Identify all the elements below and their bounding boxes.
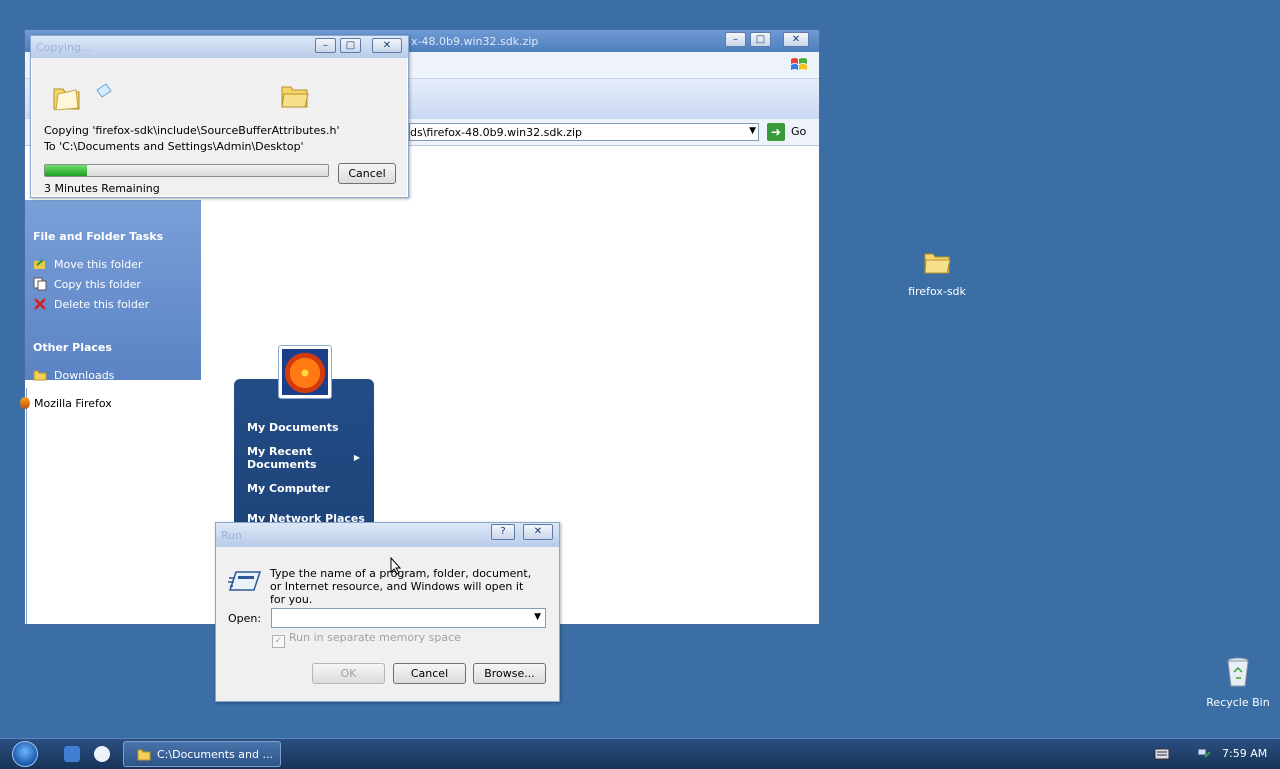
copy-cancel-button[interactable]: Cancel xyxy=(338,163,396,184)
mouse-cursor-icon xyxy=(390,557,402,575)
move-folder-icon xyxy=(34,259,45,269)
run-open-label: Open: xyxy=(228,612,262,625)
downloads-link[interactable]: Downloads xyxy=(33,368,114,382)
submenu-arrow-icon: ▶ xyxy=(353,453,360,462)
run-ok-button[interactable]: OK xyxy=(312,663,385,684)
copying-dialog: Copying... – □ ✕ Copying 'firefox-sdk\in… xyxy=(30,35,409,198)
desktop-icon-label: firefox-sdk xyxy=(908,285,966,298)
run-open-combobox[interactable]: ▼ xyxy=(271,608,546,628)
quicklaunch-media-player-icon[interactable] xyxy=(94,746,110,762)
other-places-heading: Other Places xyxy=(33,341,112,354)
start-menu-my-computer[interactable]: My Computer xyxy=(247,482,330,495)
copying-destination-text: To 'C:\Documents and Settings\Admin\Desk… xyxy=(44,140,304,153)
time-remaining-text: 3 Minutes Remaining xyxy=(44,182,160,195)
user-picture-avatar[interactable] xyxy=(278,345,332,399)
copying-titlebar[interactable]: Copying... – □ ✕ xyxy=(31,36,408,58)
copying-close-button[interactable]: ✕ xyxy=(372,38,402,53)
start-menu-my-documents[interactable]: My Documents xyxy=(247,421,339,434)
address-input[interactable]: ds\firefox-48.0b9.win32.sdk.zip ▼ xyxy=(409,123,759,141)
run-icon xyxy=(228,571,262,591)
move-folder-link[interactable]: Move this folder xyxy=(33,257,143,271)
folder-icon xyxy=(33,370,47,381)
windows-logo-icon xyxy=(791,58,807,70)
address-dropdown-icon[interactable]: ▼ xyxy=(749,126,756,136)
run-dropdown-icon[interactable]: ▼ xyxy=(534,612,541,622)
copying-body: Copying 'firefox-sdk\include\SourceBuffe… xyxy=(32,58,407,196)
run-separate-memory-checkbox: ✓ Run in separate memory space xyxy=(272,631,461,648)
network-icon[interactable] xyxy=(1196,746,1212,762)
firefox-icon xyxy=(20,397,30,409)
start-button[interactable] xyxy=(12,741,38,767)
close-button[interactable]: ✕ xyxy=(783,32,809,47)
recycle-bin-icon xyxy=(1227,657,1249,687)
copying-source-text: Copying 'firefox-sdk\include\SourceBuffe… xyxy=(44,124,340,137)
maximize-button[interactable]: □ xyxy=(750,32,771,47)
run-description: Type the name of a program, folder, docu… xyxy=(270,567,532,606)
delete-icon xyxy=(34,298,46,310)
run-help-button[interactable]: ? xyxy=(491,524,515,540)
copying-maximize-button[interactable]: □ xyxy=(340,38,361,53)
desktop-icon-label: Recycle Bin xyxy=(1206,696,1270,709)
copy-progress-fill xyxy=(45,165,88,176)
run-checkbox-label: Run in separate memory space xyxy=(289,631,461,644)
keyboard-icon[interactable] xyxy=(1154,748,1170,760)
flying-paper-icon xyxy=(96,83,112,98)
copy-progress-bar xyxy=(44,164,329,177)
explorer-title: x-48.0b9.win32.sdk.zip xyxy=(411,35,539,48)
checkbox-check-icon: ✓ xyxy=(272,635,285,648)
start-menu-programs xyxy=(26,388,235,624)
firefox-label: Mozilla Firefox xyxy=(34,397,112,410)
run-title: Run xyxy=(221,529,243,542)
run-titlebar[interactable]: Run ? ✕ xyxy=(216,523,559,547)
folder-icon xyxy=(137,749,151,761)
move-folder-label: Move this folder xyxy=(54,258,143,271)
taskbar-button-label: C:\Documents and ... xyxy=(157,748,273,761)
address-text: ds\firefox-48.0b9.win32.sdk.zip xyxy=(410,126,583,139)
quicklaunch-explorer-icon[interactable] xyxy=(64,746,80,762)
run-close-button[interactable]: ✕ xyxy=(523,524,553,540)
go-arrow-icon[interactable]: ➜ xyxy=(767,123,785,141)
destination-folder-icon xyxy=(281,86,309,108)
go-button[interactable]: Go xyxy=(791,125,806,138)
start-menu-item-firefox[interactable]: Mozilla Firefox xyxy=(20,397,112,410)
task-pane: File and Folder Tasks Move this folder C… xyxy=(25,200,201,382)
file-folder-tasks-heading: File and Folder Tasks xyxy=(33,230,164,243)
copy-folder-icon xyxy=(33,277,47,291)
folder-icon xyxy=(924,253,951,274)
desktop-icon-firefox-sdk[interactable]: firefox-sdk xyxy=(900,250,974,298)
run-cancel-button[interactable]: Cancel xyxy=(393,663,466,684)
copying-title: Copying... xyxy=(36,41,92,54)
run-dialog: Run ? ✕ Type the name of a program, fold… xyxy=(215,522,560,702)
delete-folder-link[interactable]: Delete this folder xyxy=(33,297,149,311)
downloads-label: Downloads xyxy=(54,369,115,382)
desktop-icon-recycle-bin[interactable]: Recycle Bin xyxy=(1202,656,1274,709)
run-browse-button[interactable]: Browse... xyxy=(473,663,546,684)
copy-folder-label: Copy this folder xyxy=(54,278,141,291)
taskbar-clock[interactable]: 7:59 AM xyxy=(1222,747,1267,760)
copying-minimize-button[interactable]: – xyxy=(315,38,336,53)
minimize-button[interactable]: – xyxy=(725,32,746,47)
taskbar-button-explorer[interactable]: C:\Documents and ... xyxy=(123,741,281,767)
copy-folder-link[interactable]: Copy this folder xyxy=(33,277,141,291)
start-menu-my-recent-documents[interactable]: My Recent Documents xyxy=(247,445,337,471)
source-folder-icon xyxy=(53,88,80,111)
taskbar: C:\Documents and ... 7:59 AM xyxy=(0,738,1280,769)
delete-folder-label: Delete this folder xyxy=(54,298,150,311)
